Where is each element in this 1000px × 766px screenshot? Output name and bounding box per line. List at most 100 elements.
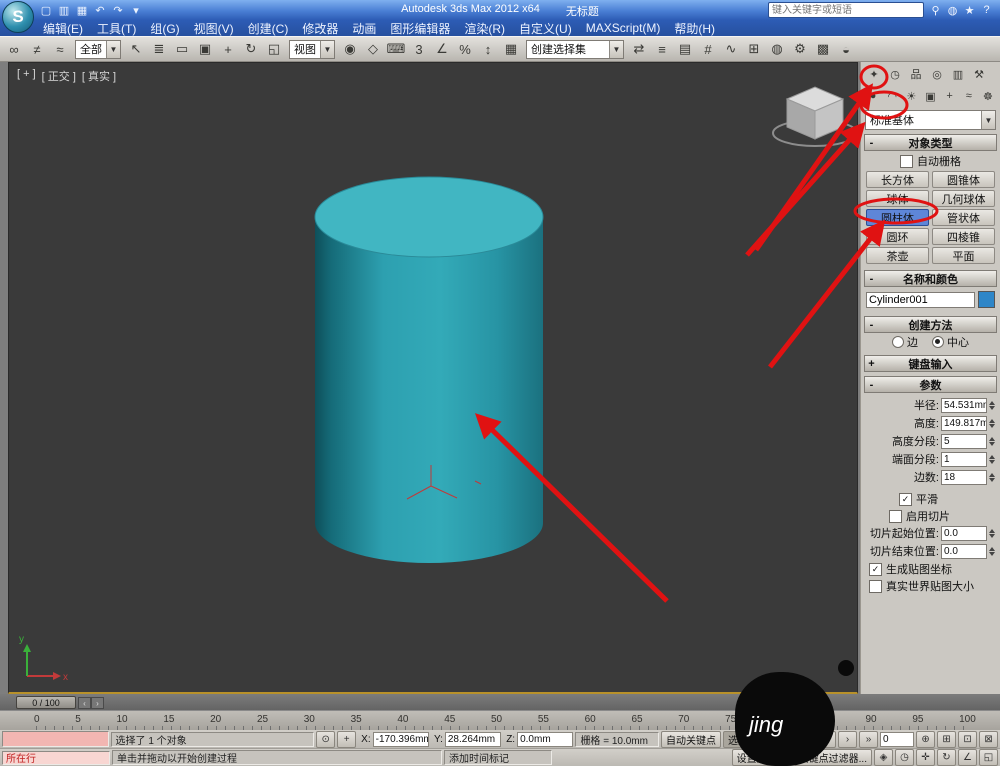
select-and-rotate-icon[interactable]: ↻ xyxy=(240,38,262,60)
menu-item[interactable]: 编辑(E) xyxy=(36,20,90,37)
zoom-extents-icon[interactable]: ⊡ xyxy=(958,731,977,748)
unlink-selection-icon[interactable]: ≠ xyxy=(26,38,48,60)
render-setup-icon[interactable]: ⚙ xyxy=(789,38,811,60)
spinner-snap-icon[interactable]: ↕ xyxy=(477,38,499,60)
rollout-header-keyboard-entry[interactable]: + 键盘输入 xyxy=(864,355,997,372)
viewport-label[interactable]: [ + ] [ 正交 ] [ 真实 ] xyxy=(17,68,116,84)
zoom-extents-all-icon[interactable]: ⊠ xyxy=(979,731,998,748)
macro-recorder-field[interactable] xyxy=(2,731,109,747)
menu-item[interactable]: 动画 xyxy=(345,20,383,37)
motion-tab-icon[interactable]: ◎ xyxy=(927,64,947,84)
application-menu-button[interactable]: S xyxy=(2,1,34,33)
align-icon[interactable]: ≡ xyxy=(651,38,673,60)
time-configuration-icon[interactable]: ◷ xyxy=(895,749,914,766)
cameras-category-icon[interactable]: ▣ xyxy=(921,86,939,106)
help-icon[interactable]: ? xyxy=(979,3,994,18)
maximize-viewport-icon[interactable]: ◱ xyxy=(979,749,998,766)
undo-icon[interactable]: ↶ xyxy=(92,3,108,18)
favorites-icon[interactable]: ★ xyxy=(962,3,977,18)
menu-item[interactable]: 视图(V) xyxy=(187,20,241,37)
render-production-icon[interactable]: ◒ xyxy=(835,38,857,60)
window-crossing-icon[interactable]: ▣ xyxy=(194,38,216,60)
maxscript-mini-listener[interactable]: 所在行 xyxy=(2,751,110,765)
bind-to-space-warp-icon[interactable]: ≈ xyxy=(49,38,71,60)
button-cylinder[interactable]: 圆柱体 xyxy=(866,209,929,226)
shapes-category-icon[interactable]: ◠ xyxy=(883,86,901,106)
smooth-checkbox[interactable] xyxy=(899,493,912,506)
button-cone[interactable]: 圆锥体 xyxy=(932,171,995,188)
menu-item[interactable]: 渲染(R) xyxy=(457,20,512,37)
select-object-icon[interactable]: ↖ xyxy=(125,38,147,60)
object-name-input[interactable] xyxy=(866,292,975,308)
search-icon[interactable]: ⚲ xyxy=(928,3,943,18)
spinner-arrows-icon[interactable] xyxy=(989,473,995,482)
time-slider[interactable]: 0 / 100 ‹ › xyxy=(0,694,1000,710)
menu-item[interactable]: MAXScript(M) xyxy=(579,21,668,35)
redo-icon[interactable]: ↷ xyxy=(110,3,126,18)
spinner-arrows-icon[interactable] xyxy=(989,437,995,446)
lights-category-icon[interactable]: ☀ xyxy=(902,86,920,106)
go-to-end-icon[interactable]: » xyxy=(859,731,878,748)
menu-item[interactable]: 修改器 xyxy=(295,20,345,37)
rollout-header-creation-method[interactable]: - 创建方法 xyxy=(864,316,997,333)
new-file-icon[interactable]: ▢ xyxy=(38,3,54,18)
rollout-header-name-color[interactable]: - 名称和颜色 xyxy=(864,270,997,287)
pan-icon[interactable]: ✛ xyxy=(916,749,935,766)
dropdown-arrow-icon[interactable]: ▼ xyxy=(106,41,120,58)
orbit-icon[interactable]: ↻ xyxy=(937,749,956,766)
button-pyramid[interactable]: 四棱锥 xyxy=(932,228,995,245)
auto-key-button[interactable]: 自动关键点 xyxy=(661,731,721,748)
field-of-view-icon[interactable]: ∠ xyxy=(958,749,977,766)
helpers-category-icon[interactable]: + xyxy=(941,86,959,106)
spacewarps-category-icon[interactable]: ≈ xyxy=(960,86,978,106)
radio-center[interactable]: 中心 xyxy=(932,334,969,350)
create-tab-icon[interactable]: ✦ xyxy=(864,64,884,84)
spinner-arrows-icon[interactable] xyxy=(989,419,995,428)
button-box[interactable]: 长方体 xyxy=(866,171,929,188)
hierarchy-tab-icon[interactable]: 品 xyxy=(906,64,926,84)
modify-tab-icon[interactable]: ◷ xyxy=(885,64,905,84)
time-slider-handle[interactable]: 0 / 100 xyxy=(16,696,76,709)
utilities-tab-icon[interactable]: ⚒ xyxy=(969,64,989,84)
mirror-icon[interactable]: ⇄ xyxy=(628,38,650,60)
viewport-canvas[interactable]: x y xyxy=(9,63,857,691)
select-and-link-icon[interactable]: ∞ xyxy=(3,38,25,60)
primitive-category-dropdown[interactable]: 标准基体 ▼ xyxy=(865,110,996,130)
previous-frame-arrow-icon[interactable]: ‹ xyxy=(78,697,91,709)
parameter-field[interactable]: 18 xyxy=(941,470,987,485)
radio-dot[interactable] xyxy=(892,336,904,348)
next-frame-arrow-icon[interactable]: › xyxy=(91,697,104,709)
select-by-name-icon[interactable]: ≣ xyxy=(148,38,170,60)
percent-snap-icon[interactable]: % xyxy=(454,38,476,60)
cylinder-object[interactable] xyxy=(315,177,543,563)
real-world-map-size-checkbox[interactable] xyxy=(869,580,882,593)
rollout-header-parameters[interactable]: - 参数 xyxy=(864,376,997,393)
layer-manager-icon[interactable]: ▤ xyxy=(674,38,696,60)
systems-category-icon[interactable]: ☸ xyxy=(979,86,997,106)
menu-item[interactable]: 工具(T) xyxy=(90,20,143,37)
generate-mapping-coords-checkbox[interactable] xyxy=(869,563,882,576)
display-tab-icon[interactable]: ▥ xyxy=(948,64,968,84)
selection-lock-icon[interactable]: ⊙ xyxy=(316,731,335,748)
use-pivot-point-icon[interactable]: ◉ xyxy=(339,38,361,60)
viewport-orthographic[interactable]: [ + ] [ 正交 ] [ 真实 ] xyxy=(8,62,858,694)
slice-on-checkbox[interactable] xyxy=(889,510,902,523)
y-coordinate-field[interactable]: 28.264mm xyxy=(445,732,501,747)
communication-center-icon[interactable]: ◍ xyxy=(945,3,960,18)
parameter-field[interactable]: 149.817mm xyxy=(941,416,987,431)
spinner-arrows-icon[interactable] xyxy=(989,455,995,464)
select-and-scale-icon[interactable]: ◱ xyxy=(263,38,285,60)
parameter-field[interactable]: 1 xyxy=(941,452,987,467)
button-sphere[interactable]: 球体 xyxy=(866,190,929,207)
dropdown-arrow-icon[interactable]: ▼ xyxy=(981,111,995,129)
parameter-field[interactable]: 0.0 xyxy=(941,544,987,559)
spinner-arrows-icon[interactable] xyxy=(989,529,995,538)
open-file-icon[interactable]: ▥ xyxy=(56,3,72,18)
viewcube[interactable] xyxy=(773,87,857,146)
zoom-icon[interactable]: ⊕ xyxy=(916,731,935,748)
select-and-manipulate-icon[interactable]: ◇ xyxy=(362,38,384,60)
radio-dot-selected[interactable] xyxy=(932,336,944,348)
geometry-category-icon[interactable]: ● xyxy=(864,86,882,106)
add-time-tag[interactable]: 添加时间标记 xyxy=(444,750,552,765)
button-teapot[interactable]: 茶壶 xyxy=(866,247,929,264)
